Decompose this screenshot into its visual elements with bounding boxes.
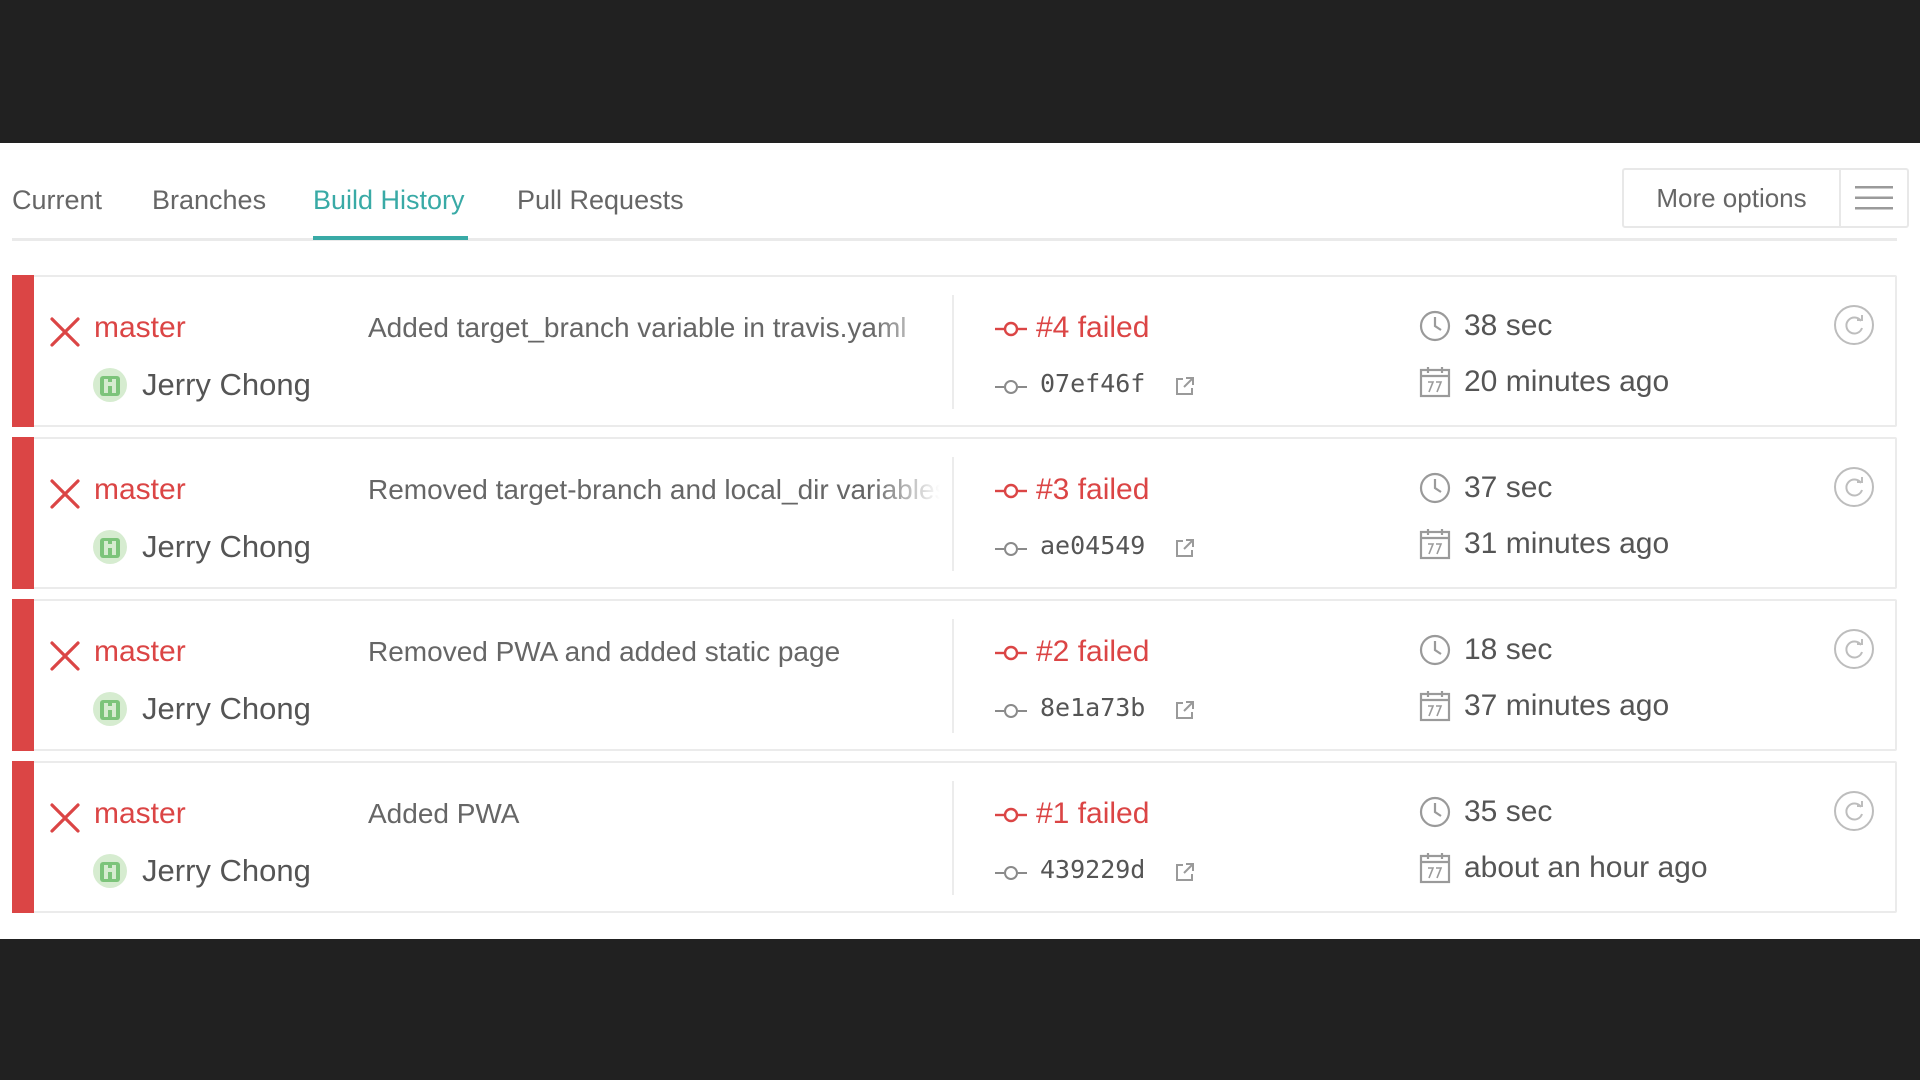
commit-icon xyxy=(995,866,1027,880)
restart-build-icon[interactable] xyxy=(1832,789,1876,833)
restart-build-icon[interactable] xyxy=(1832,627,1876,671)
calendar-icon xyxy=(1419,853,1451,884)
clock-icon xyxy=(1419,472,1451,504)
branch-name[interactable]: master xyxy=(94,635,186,669)
commit-message: Removed PWA and added static page xyxy=(368,636,841,667)
build-duration: 35 sec xyxy=(1464,795,1553,828)
build-commit-icon xyxy=(995,483,1027,499)
branch-name[interactable]: master xyxy=(94,797,186,831)
avatar xyxy=(93,854,127,888)
calendar-icon xyxy=(1419,529,1451,560)
failed-status-bar xyxy=(12,599,34,751)
commit-message: Added PWA xyxy=(368,798,520,829)
commit-icon xyxy=(995,542,1027,556)
hamburger-menu-icon[interactable] xyxy=(1841,170,1907,226)
build-row[interactable]: master Jerry Chong Added PWA #1 failed 4… xyxy=(12,761,1897,913)
build-row[interactable]: master Jerry Chong Added target_branch v… xyxy=(12,275,1897,427)
clock-icon xyxy=(1419,796,1451,828)
build-commit-icon xyxy=(995,807,1027,823)
build-number-status[interactable]: #3 failed xyxy=(1036,473,1149,507)
build-history-panel: Current Branches Build History Pull Requ… xyxy=(0,143,1920,939)
finished-time: 20 minutes ago xyxy=(1464,365,1670,398)
failed-x-icon xyxy=(50,803,80,833)
commit-sha[interactable]: 439229d xyxy=(1040,855,1145,884)
commit-sha[interactable]: 07ef46f xyxy=(1040,369,1145,398)
column-divider xyxy=(952,457,954,571)
clock-icon xyxy=(1419,310,1451,342)
avatar xyxy=(93,368,127,402)
build-duration: 18 sec xyxy=(1464,633,1553,666)
failed-x-icon xyxy=(50,641,80,671)
more-options-label: More options xyxy=(1624,170,1841,226)
build-duration: 37 sec xyxy=(1464,471,1553,504)
column-divider xyxy=(952,619,954,733)
clock-icon xyxy=(1419,634,1451,666)
finished-time: 37 minutes ago xyxy=(1464,689,1670,722)
finished-time: about an hour ago xyxy=(1464,851,1708,884)
avatar xyxy=(93,692,127,726)
avatar xyxy=(93,530,127,564)
build-number-status[interactable]: #4 failed xyxy=(1036,311,1149,345)
restart-build-icon[interactable] xyxy=(1832,303,1876,347)
commit-author: Jerry Chong xyxy=(142,529,311,564)
restart-build-icon[interactable] xyxy=(1832,465,1876,509)
tab-current[interactable]: Current xyxy=(12,185,102,216)
commit-icon xyxy=(995,380,1027,394)
tab-branches[interactable]: Branches xyxy=(152,185,266,216)
external-link-icon[interactable] xyxy=(1174,537,1196,559)
branch-name[interactable]: master xyxy=(94,473,186,507)
external-link-icon[interactable] xyxy=(1174,375,1196,397)
commit-sha[interactable]: 8e1a73b xyxy=(1040,693,1145,722)
calendar-icon xyxy=(1419,367,1451,398)
branch-name[interactable]: master xyxy=(94,311,186,345)
build-number-status[interactable]: #1 failed xyxy=(1036,797,1149,831)
build-row[interactable]: master Jerry Chong Removed PWA and added… xyxy=(12,599,1897,751)
commit-message: Added target_branch variable in travis.y… xyxy=(368,312,907,343)
tab-build-history[interactable]: Build History xyxy=(313,185,465,216)
commit-author: Jerry Chong xyxy=(142,853,311,888)
build-commit-icon xyxy=(995,321,1027,337)
build-commit-icon xyxy=(995,645,1027,661)
external-link-icon[interactable] xyxy=(1174,861,1196,883)
active-tab-indicator xyxy=(313,236,468,240)
tab-pull-requests[interactable]: Pull Requests xyxy=(517,185,684,216)
failed-status-bar xyxy=(12,437,34,589)
commit-message: Removed target-branch and local_dir vari… xyxy=(368,474,940,505)
commit-author: Jerry Chong xyxy=(142,367,311,402)
more-options-button[interactable]: More options xyxy=(1622,168,1909,228)
build-number-status[interactable]: #2 failed xyxy=(1036,635,1149,669)
failed-x-icon xyxy=(50,317,80,347)
build-row[interactable]: master Jerry Chong Removed target-branch… xyxy=(12,437,1897,589)
commit-icon xyxy=(995,704,1027,718)
failed-status-bar xyxy=(12,275,34,427)
tab-bar: Current Branches Build History Pull Requ… xyxy=(12,143,1909,241)
column-divider xyxy=(952,295,954,409)
commit-sha[interactable]: ae04549 xyxy=(1040,531,1145,560)
finished-time: 31 minutes ago xyxy=(1464,527,1670,560)
failed-x-icon xyxy=(50,479,80,509)
external-link-icon[interactable] xyxy=(1174,699,1196,721)
commit-author: Jerry Chong xyxy=(142,691,311,726)
column-divider xyxy=(952,781,954,895)
failed-status-bar xyxy=(12,761,34,913)
calendar-icon xyxy=(1419,691,1451,722)
build-duration: 38 sec xyxy=(1464,309,1553,342)
